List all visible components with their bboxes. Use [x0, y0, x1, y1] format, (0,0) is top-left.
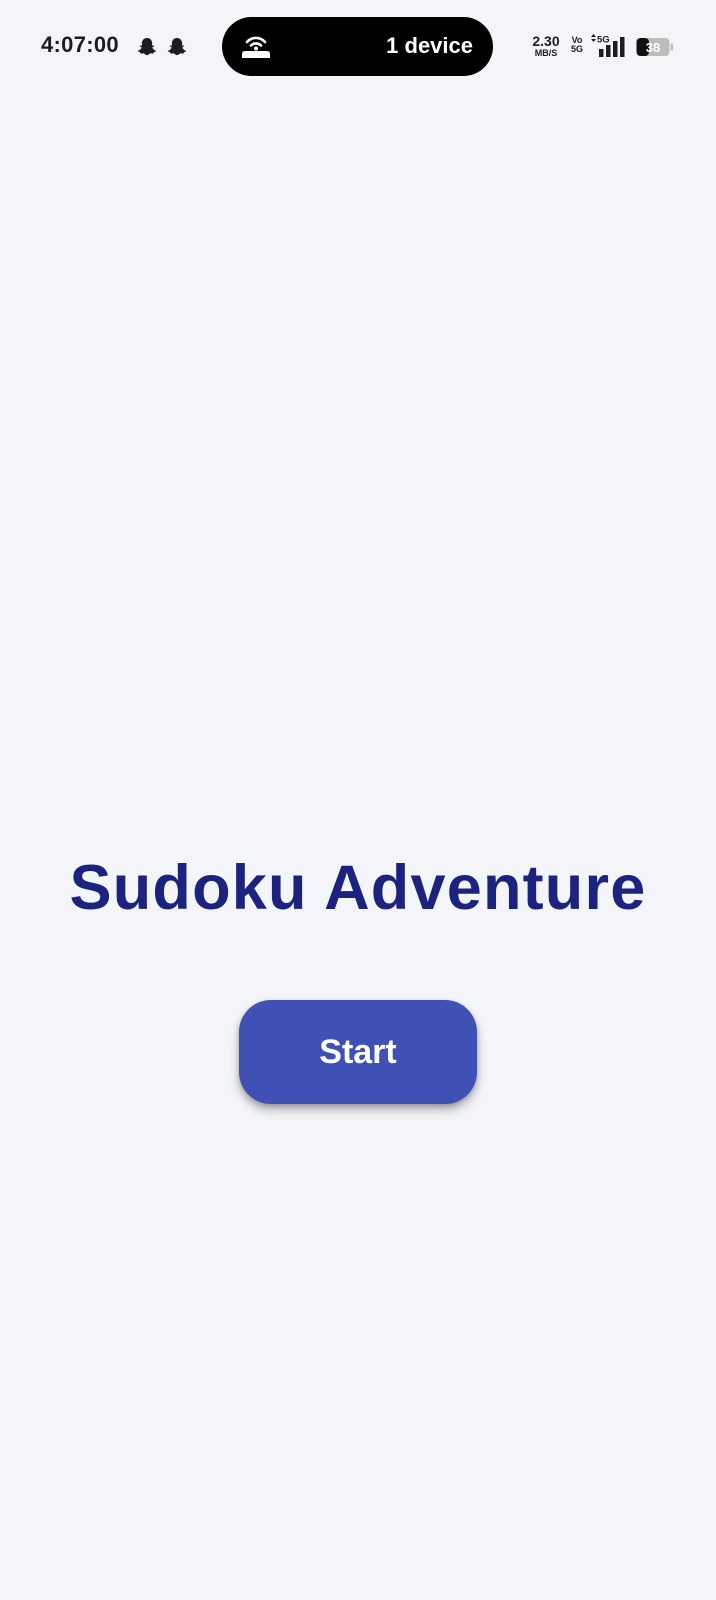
status-bar: 4:07:00 1 device 2.30 MB/S Vo 5G 5G 38 [0, 0, 716, 94]
snapchat-icon [167, 38, 187, 56]
volte-indicator: Vo 5G [570, 35, 584, 55]
start-button[interactable]: Start [239, 1000, 477, 1104]
hotspot-icon [242, 36, 270, 58]
hotspot-pill[interactable]: 1 device [222, 17, 493, 76]
battery-icon: 38 [636, 38, 673, 56]
volte-line2: 5G [570, 44, 583, 55]
network-speed: 2.30 MB/S [530, 34, 562, 58]
snapchat-icon [137, 38, 157, 56]
battery-level: 38 [646, 40, 660, 55]
app-title: Sudoku Adventure [69, 853, 647, 923]
status-time: 4:07:00 [41, 32, 119, 57]
network-type-label: 5G [597, 35, 610, 46]
signal-strength-icon: 5G [591, 34, 625, 57]
network-speed-unit: MB/S [534, 48, 558, 58]
network-speed-value: 2.30 [532, 33, 560, 49]
hotspot-device-count: 1 device [386, 33, 473, 58]
